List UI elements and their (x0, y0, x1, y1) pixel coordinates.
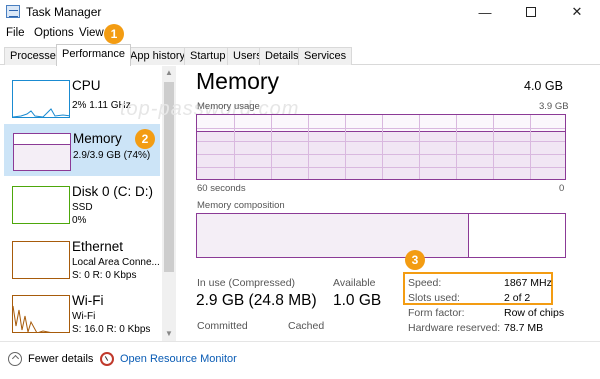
menu-options[interactable]: Options (34, 27, 74, 39)
cpu-sparkline (13, 108, 69, 117)
memory-usage-fill (197, 131, 565, 179)
annotation-badge-3: 3 (405, 250, 425, 270)
sidebar-item-detail: Wi-Fi (72, 311, 96, 322)
sidebar-item-detail: Local Area Conne... (72, 257, 160, 268)
open-resource-monitor-link[interactable]: Open Resource Monitor (100, 352, 237, 366)
menu-file[interactable]: File (6, 27, 25, 39)
tab-performance[interactable]: Performance (56, 44, 131, 66)
maximize-icon (526, 7, 536, 17)
available-label: Available (333, 277, 376, 289)
resource-monitor-icon (100, 352, 114, 366)
sidebar-item-detail: 2.9/3.9 GB (74%) (73, 150, 151, 161)
cached-label: Cached (288, 320, 325, 332)
cpu-mini-graph (12, 80, 70, 118)
sidebar-item-memory[interactable]: Memory 2.9/3.9 GB (74%) 2 (4, 124, 160, 176)
memory-usage-label: Memory usage (197, 101, 260, 112)
form-factor-value: Row of chips (504, 307, 565, 319)
scroll-up-icon[interactable]: ▲ (162, 66, 176, 80)
open-resource-monitor-label: Open Resource Monitor (120, 353, 237, 365)
close-icon: ✕ (571, 4, 583, 19)
sidebar-item-detail-2: S: 0 R: 0 Kbps (72, 270, 137, 281)
memory-composition-bar (196, 213, 566, 258)
task-manager-icon (6, 5, 20, 18)
annotation-badge-2: 2 (135, 129, 155, 149)
memory-usage-max: 3.9 GB (539, 101, 569, 112)
memory-mini-graph (13, 133, 71, 171)
memory-total: 4.0 GB (524, 79, 563, 93)
sidebar-item-name: Wi-Fi (72, 293, 104, 308)
minimize-button[interactable]: — (462, 0, 508, 24)
memory-composition-label: Memory composition (197, 200, 285, 211)
menu-view[interactable]: View (79, 27, 104, 39)
sidebar-item-wifi[interactable]: Wi-Fi Wi-Fi S: 16.0 R: 0 Kbps (4, 287, 160, 339)
scroll-down-icon[interactable]: ▼ (162, 327, 176, 341)
form-factor-label: Form factor: (408, 307, 465, 319)
composition-in-use (197, 214, 469, 257)
wifi-sparkline (13, 305, 51, 332)
hardware-reserved-value: 78.7 MB (504, 322, 544, 334)
available-value: 1.0 GB (333, 292, 382, 309)
sidebar-item-detail-2: S: 16.0 R: 0 Kbps (72, 324, 151, 335)
in-use-value: 2.9 GB (24.8 MB) (196, 292, 317, 309)
sidebar-item-name: Ethernet (72, 239, 124, 254)
footer-bar: Fewer details Open Resource Monitor (0, 341, 600, 379)
close-button[interactable]: ✕ (554, 0, 600, 24)
fewer-details-label: Fewer details (28, 353, 94, 365)
title-bar: Task Manager — ✕ (0, 0, 600, 24)
slots-used-value: 2 of 2 (504, 292, 531, 304)
tab-bar: Processes Performance App history Startu… (0, 44, 600, 66)
minimize-icon: — (478, 4, 492, 20)
ethernet-mini-graph (12, 241, 70, 279)
speed-label: Speed: (408, 277, 442, 289)
graph-time-left: 60 seconds (197, 183, 246, 194)
sidebar-item-name: CPU (72, 78, 101, 93)
fewer-details-button[interactable]: Fewer details (8, 352, 93, 366)
wifi-mini-graph (12, 295, 70, 333)
chevron-up-icon (8, 352, 22, 366)
committed-label: Committed (197, 320, 248, 332)
sidebar-item-disk[interactable]: Disk 0 (C: D:) SSD 0% (4, 178, 160, 230)
tab-services[interactable]: Services (298, 47, 353, 65)
page-title: Memory (196, 68, 280, 94)
speed-value: 1867 MHz (504, 277, 552, 289)
menu-bar: File Options View 1 (0, 24, 600, 44)
tab-app-history[interactable]: App history (124, 47, 192, 65)
sidebar-item-detail: SSD (72, 202, 93, 213)
tab-startup[interactable]: Startup (184, 47, 232, 65)
sidebar-item-name: Memory (73, 131, 122, 146)
slots-used-label: Slots used: (408, 292, 460, 304)
hardware-reserved-label: Hardware reserved: (408, 322, 501, 334)
annotation-badge-1: 1 (104, 24, 124, 44)
memory-usage-graph (196, 114, 566, 180)
window-title: Task Manager (26, 5, 102, 19)
sidebar-item-ethernet[interactable]: Ethernet Local Area Conne... S: 0 R: 0 K… (4, 233, 160, 285)
maximize-button[interactable] (508, 0, 554, 24)
sidebar-item-name: Disk 0 (C: D:) (72, 184, 153, 199)
sidebar-item-detail-2: 0% (72, 215, 87, 226)
disk-mini-graph (12, 186, 70, 224)
graph-time-right: 0 (559, 183, 565, 194)
in-use-label: In use (Compressed) (197, 277, 296, 289)
